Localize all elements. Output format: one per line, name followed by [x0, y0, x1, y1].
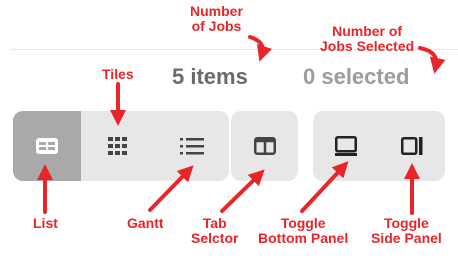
- gantt-view-icon: [180, 138, 204, 155]
- annotation-number-of-jobs-selected: Number of Jobs Selected: [320, 24, 414, 54]
- arrow-number-of-jobs-selected: [418, 46, 446, 74]
- annotation-text: Tab: [202, 215, 227, 231]
- annotation-text: Toggle: [280, 215, 326, 231]
- annotation-tab-selector: Tab Selctor: [191, 216, 238, 246]
- toggle-side-panel-button[interactable]: [379, 111, 445, 181]
- annotation-list: List: [33, 215, 58, 231]
- annotation-toggle-side-panel: Toggle Side Panel: [371, 216, 442, 246]
- annotation-tiles: Tiles: [102, 66, 134, 82]
- selected-count: 0 selected: [303, 64, 410, 89]
- tab-selector-icon: [253, 137, 276, 155]
- list-view-icon: [36, 138, 58, 154]
- panel-toggle-group: [313, 111, 445, 181]
- tiles-view-icon: [108, 137, 127, 155]
- annotation-text: Selctor: [191, 230, 239, 246]
- annotation-gantt: Gantt: [127, 215, 164, 231]
- gantt-view-button[interactable]: [155, 111, 229, 181]
- view-mode-group: [13, 111, 229, 181]
- toggle-bottom-panel-button[interactable]: [313, 111, 379, 181]
- annotation-text: Bottom Panel: [258, 230, 349, 246]
- annotation-text: of Jobs: [191, 18, 242, 34]
- toggle-bottom-panel-icon: [335, 136, 357, 156]
- tab-selector-group: [231, 111, 298, 181]
- toggle-side-panel-icon: [401, 137, 423, 155]
- tiles-view-button[interactable]: [81, 111, 155, 181]
- annotation-number-of-jobs: Number of Jobs: [190, 4, 243, 34]
- items-count: 5 items: [172, 64, 248, 89]
- annotation-text: Number of: [332, 23, 403, 39]
- annotation-text: Jobs Selected: [320, 38, 415, 54]
- annotation-text: Number: [190, 3, 243, 19]
- arrow-number-of-jobs: [248, 35, 273, 62]
- annotation-text: Side Panel: [371, 230, 442, 246]
- list-view-button[interactable]: [13, 111, 81, 181]
- tab-selector-button[interactable]: [231, 111, 298, 181]
- annotation-text: Toggle: [383, 215, 429, 231]
- annotation-toggle-bottom-panel: Toggle Bottom Panel: [258, 216, 348, 246]
